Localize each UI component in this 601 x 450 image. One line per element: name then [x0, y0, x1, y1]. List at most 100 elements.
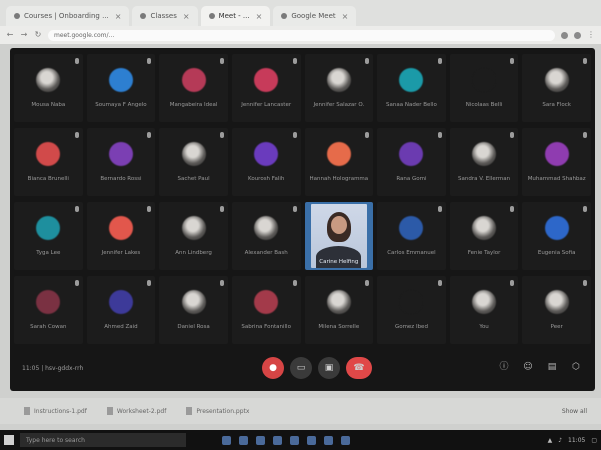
mic-muted-icon — [74, 58, 79, 64]
download-item[interactable]: Worksheet-2.pdf — [106, 407, 167, 415]
mic-toggle-button[interactable]: ● — [262, 357, 284, 379]
file-icon — [24, 407, 30, 415]
close-icon[interactable]: × — [183, 12, 190, 21]
url-field[interactable]: meet.google.com/... — [48, 29, 555, 41]
avatar — [326, 141, 351, 166]
back-arrow-icon[interactable]: ← — [6, 31, 14, 39]
participant-tile[interactable]: Carlos Emmanuel — [377, 202, 446, 270]
participant-tile[interactable]: Sarah Cowan — [14, 276, 83, 344]
participant-name: Hannah Hologramma — [309, 175, 369, 182]
task-view-icon[interactable] — [222, 435, 231, 445]
participant-video-tile[interactable]: Carine Helfing — [304, 202, 374, 270]
participant-tile[interactable]: Milena Sorrelle — [304, 276, 374, 344]
show-all-downloads-button[interactable]: Show all — [562, 408, 587, 415]
participant-tile[interactable]: Eugenia Sofia — [522, 202, 591, 270]
participant-tile[interactable]: Sanaa Nader Bello — [377, 54, 446, 122]
windows-start-icon[interactable] — [4, 435, 14, 445]
participant-tile[interactable]: Daniel Rosa — [159, 276, 228, 344]
participant-tile[interactable]: Fenie Taylor — [449, 202, 519, 270]
participant-tile[interactable]: Ahmed Zaid — [86, 276, 156, 344]
participant-tile[interactable]: Kourosh Falih — [231, 128, 301, 196]
taskbar-search-input[interactable]: Type here to search — [20, 433, 186, 447]
app-icon[interactable] — [324, 435, 333, 445]
participant-tile[interactable]: Jennifer Lancaster — [231, 54, 301, 122]
info-icon[interactable]: ⓘ — [497, 360, 511, 374]
participant-tile[interactable]: Gomez Ibed — [377, 276, 446, 344]
participant-name: Nicolaas Belli — [465, 101, 503, 108]
browser-icon[interactable] — [239, 435, 248, 445]
participant-tile[interactable]: Sabrina Fontanillo — [231, 276, 301, 344]
mail-icon[interactable] — [290, 435, 299, 445]
download-item[interactable]: Presentation.pptx — [186, 407, 249, 415]
download-item[interactable]: Instructions-1.pdf — [24, 407, 87, 415]
participant-tile[interactable]: Muhammad Shahbaz — [522, 128, 591, 196]
participant-name: Ann Lindberg — [175, 249, 212, 256]
avatar — [326, 67, 351, 92]
network-icon[interactable]: ▲ — [548, 437, 553, 444]
avatar — [472, 215, 497, 240]
participant-tile[interactable]: Ann Lindberg — [159, 202, 228, 270]
present-button[interactable]: ▣ — [318, 357, 340, 379]
participant-tile[interactable]: Peer — [522, 276, 591, 344]
close-icon[interactable]: × — [342, 12, 349, 21]
browser-tab-active[interactable]: Meet - ... × — [200, 6, 271, 26]
participant-tile[interactable]: You — [449, 276, 519, 344]
participant-name: Fenie Taylor — [467, 249, 501, 256]
close-icon[interactable]: × — [115, 12, 122, 21]
avatar — [36, 289, 61, 314]
participant-tile[interactable]: Alexander Bash — [231, 202, 301, 270]
browser-tab[interactable]: Google Meet × — [273, 6, 357, 26]
close-icon[interactable]: × — [256, 12, 263, 21]
app-icon[interactable] — [307, 435, 316, 445]
forward-arrow-icon[interactable]: → — [20, 31, 28, 39]
participant-tile[interactable]: Jennifer Salazar O. — [304, 54, 374, 122]
meeting-controls-bar: 11:05 | hsv-gddx-rrh ● ▭ ▣ ☎ ⓘ ☺ ▤ ⬡ — [10, 357, 595, 383]
hang-up-icon: ☎ — [353, 363, 365, 373]
notifications-icon[interactable]: ▢ — [591, 437, 597, 444]
participant-tile[interactable]: Soumaya F Angelo — [86, 54, 156, 122]
chat-icon[interactable]: ▤ — [545, 360, 559, 374]
mic-muted-icon — [510, 206, 515, 212]
tab-favicon-icon — [208, 13, 215, 19]
participant-tile[interactable]: Sachet Paul — [159, 128, 228, 196]
avatar — [181, 67, 206, 92]
participant-name: Gomez Ibed — [394, 323, 428, 330]
camera-toggle-button[interactable]: ▭ — [290, 357, 312, 379]
mic-muted-icon — [365, 280, 370, 286]
mic-muted-icon — [510, 132, 515, 138]
clock[interactable]: 11:05 — [568, 437, 585, 444]
activities-icon[interactable]: ⬡ — [569, 360, 583, 374]
people-icon[interactable]: ☺ — [521, 360, 535, 374]
leave-call-button[interactable]: ☎ — [346, 357, 372, 379]
participant-tile[interactable]: Sandra V. Ellerman — [449, 128, 519, 196]
mic-muted-icon — [510, 58, 515, 64]
participant-tile[interactable]: Mangabeira Ideal — [159, 54, 228, 122]
mic-muted-icon — [219, 132, 224, 138]
participant-name: Jennifer Lancaster — [241, 101, 292, 108]
participant-name: Sachet Paul — [177, 175, 210, 182]
participant-tile[interactable]: Bernardo Rossi — [86, 128, 156, 196]
mic-muted-icon — [292, 206, 297, 212]
participant-tile[interactable]: Jennifer Lakes — [86, 202, 156, 270]
participant-tile[interactable]: Hannah Hologramma — [304, 128, 374, 196]
store-icon[interactable] — [273, 435, 282, 445]
profile-avatar-icon[interactable] — [574, 31, 581, 39]
folder-icon[interactable] — [256, 435, 265, 445]
participant-tile[interactable]: Sara Flock — [522, 54, 591, 122]
extension-icon[interactable] — [561, 31, 568, 39]
participant-tile[interactable]: Rana Gomi — [377, 128, 446, 196]
participant-tile[interactable]: Nicolaas Belli — [449, 54, 519, 122]
meeting-window: Mousa Naba Soumaya F Angelo Mangabeira I… — [10, 48, 595, 391]
browser-tab[interactable]: Classes × — [132, 6, 198, 26]
participant-tile[interactable]: Mousa Naba — [14, 54, 83, 122]
download-label: Worksheet-2.pdf — [116, 407, 167, 415]
volume-icon[interactable]: ♪ — [558, 437, 562, 444]
menu-kebab-icon[interactable]: ⋮ — [587, 31, 595, 39]
participant-tile[interactable]: Bianca Brunelli — [14, 128, 83, 196]
reload-icon[interactable]: ↻ — [34, 31, 42, 39]
participant-tile[interactable]: Tyga Lee — [14, 202, 83, 270]
browser-tab[interactable]: Courses | Onboarding ... × — [6, 6, 130, 26]
pinned-apps — [222, 435, 350, 445]
avatar — [544, 215, 569, 240]
app-icon[interactable] — [341, 435, 350, 445]
